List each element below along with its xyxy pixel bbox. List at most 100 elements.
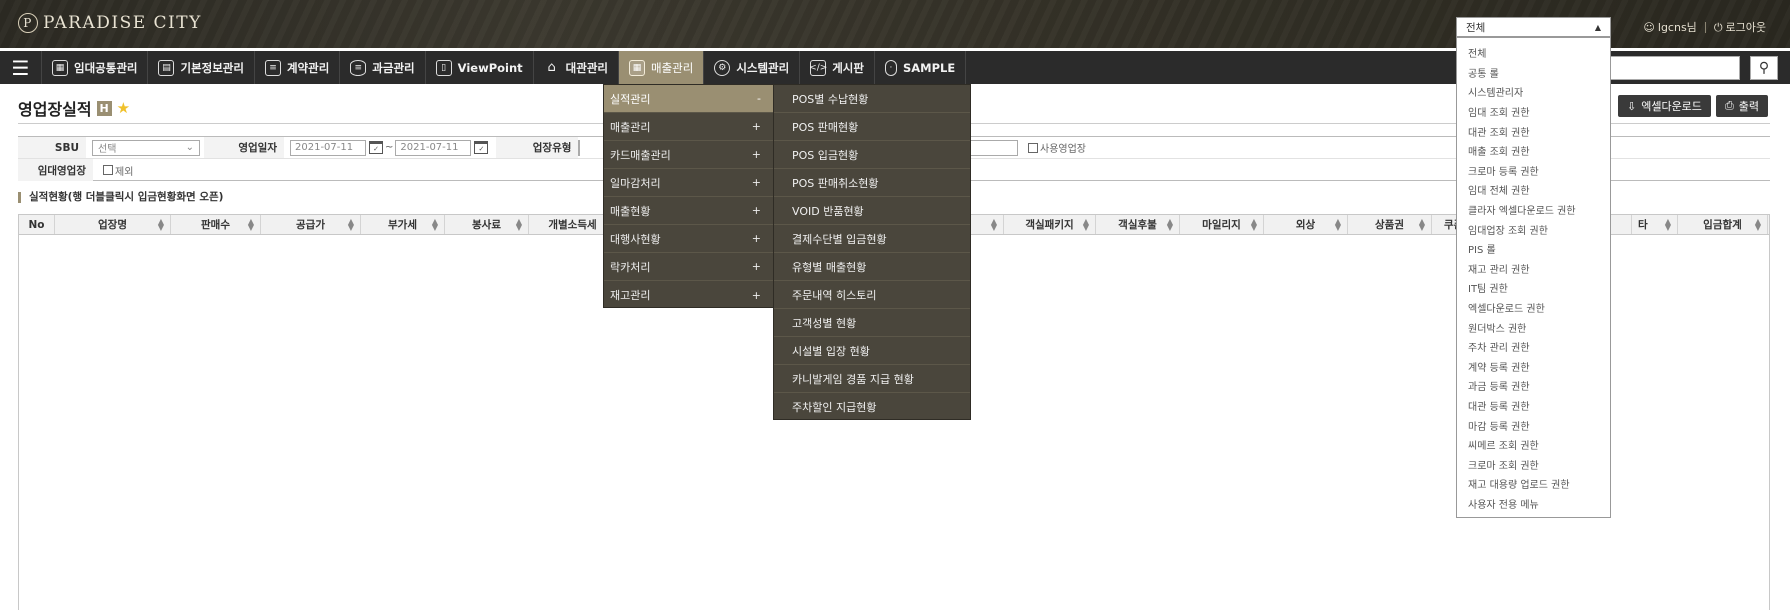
- nav-item-system[interactable]: ⚙ 시스템관리: [704, 51, 801, 84]
- user-info[interactable]: ☺ lgcns님: [1643, 19, 1696, 35]
- menu-item-sales-mgmt[interactable]: 매출관리 +: [604, 113, 773, 141]
- column-header[interactable]: 입금합계 ▲ ▼: [1678, 215, 1768, 234]
- role-option[interactable]: 엑셀다운로드 권한: [1457, 298, 1610, 318]
- column-header[interactable]: 판매수 ▲ ▼: [171, 215, 261, 234]
- menu-item-locker[interactable]: 락카처리 +: [604, 253, 773, 281]
- role-option[interactable]: 크로마 등록 권한: [1457, 161, 1610, 181]
- submenu-item[interactable]: 시설별 입장 현황: [774, 337, 970, 365]
- date-from-input[interactable]: 2021-07-11: [290, 139, 366, 156]
- submenu-item[interactable]: 카니발게임 경품 지급 현황: [774, 365, 970, 393]
- search-button[interactable]: ⚲: [1750, 56, 1778, 80]
- role-option[interactable]: PIS 롤: [1457, 239, 1610, 259]
- column-header[interactable]: 타 ▲ ▼: [1632, 215, 1678, 234]
- exclude-checkbox[interactable]: 제외: [103, 163, 133, 178]
- role-option[interactable]: 대관 조회 권한: [1457, 121, 1610, 141]
- nav-item-billing[interactable]: ≡ 과금관리: [340, 51, 426, 84]
- sort-icon[interactable]: ▲ ▼: [158, 217, 164, 231]
- column-header[interactable]: 상품권 ▲ ▼: [1348, 215, 1432, 234]
- sort-icon[interactable]: ▲ ▼: [1665, 217, 1671, 231]
- role-option[interactable]: 대관 등록 권한: [1457, 396, 1610, 416]
- menu-item-agency[interactable]: 대행사현황 +: [604, 225, 773, 253]
- hamburger-menu-icon[interactable]: ☰: [0, 51, 42, 84]
- help-badge[interactable]: H: [96, 100, 112, 116]
- role-option[interactable]: 임대업장 조회 권한: [1457, 219, 1610, 239]
- column-header[interactable]: 객실후불 ▲ ▼: [1096, 215, 1180, 234]
- sort-icon[interactable]: ▲ ▼: [991, 217, 997, 231]
- role-option[interactable]: 마감 등록 권한: [1457, 415, 1610, 435]
- submenu-item[interactable]: 유형별 매출현황: [774, 253, 970, 281]
- checkbox[interactable]: [1028, 142, 1038, 153]
- role-option[interactable]: 과금 등록 권한: [1457, 376, 1610, 396]
- print-button[interactable]: ⎙ 출력: [1715, 95, 1768, 117]
- column-header[interactable]: 봉사료 ▲ ▼: [445, 215, 529, 234]
- nav-item-rent-common[interactable]: ▦ 임대공통관리: [42, 51, 149, 84]
- role-option[interactable]: 임대 전체 권한: [1457, 180, 1610, 200]
- submenu-item[interactable]: POS 입금현황: [774, 141, 970, 169]
- role-option[interactable]: 원더박스 권한: [1457, 317, 1610, 337]
- sbu-select[interactable]: 선택 ⌄: [92, 139, 200, 156]
- calendar-icon[interactable]: ✓: [369, 141, 383, 154]
- sort-icon[interactable]: ▲ ▼: [1335, 217, 1341, 231]
- menu-item-card-sales[interactable]: 카드매출관리 +: [604, 141, 773, 169]
- submenu-item[interactable]: POS 판매취소현황: [774, 169, 970, 197]
- submenu-item[interactable]: VOID 반품현황: [774, 197, 970, 225]
- menu-item-sales-status[interactable]: 매출현황 +: [604, 197, 773, 225]
- role-option[interactable]: 임대 조회 권한: [1457, 102, 1610, 122]
- sort-icon[interactable]: ▲ ▼: [432, 217, 438, 231]
- logo[interactable]: P PARADISE CITY: [18, 13, 202, 33]
- role-option[interactable]: 공통 롤: [1457, 63, 1610, 83]
- column-header[interactable]: 공급가 ▲ ▼: [261, 215, 361, 234]
- biz-type-select[interactable]: [578, 139, 581, 156]
- nav-item-basic-info[interactable]: ▤ 기본정보관리: [148, 51, 255, 84]
- menu-item-inventory[interactable]: 재고관리 +: [604, 281, 773, 309]
- role-option[interactable]: 주차 관리 권한: [1457, 337, 1610, 357]
- nav-item-sales[interactable]: ▦ 매출관리: [618, 51, 705, 84]
- sort-icon[interactable]: ▲ ▼: [1251, 217, 1257, 231]
- role-option[interactable]: IT팀 권한: [1457, 278, 1610, 298]
- submenu-item[interactable]: POS별 수납현황: [774, 85, 970, 113]
- sort-icon[interactable]: ▲ ▼: [516, 217, 522, 231]
- submenu-item[interactable]: 주문내역 히스토리: [774, 281, 970, 309]
- use-store-checkbox[interactable]: 사용영업장: [1028, 140, 1086, 155]
- checkbox[interactable]: [103, 165, 113, 175]
- role-option[interactable]: 전체: [1457, 43, 1610, 63]
- sort-icon[interactable]: ▲ ▼: [1167, 217, 1173, 231]
- logout-button[interactable]: ⏻ 로그아웃: [1714, 19, 1766, 35]
- column-header[interactable]: 외상 ▲ ▼: [1264, 215, 1348, 234]
- search-input[interactable]: [1595, 56, 1740, 80]
- column-header[interactable]: 부가세 ▲ ▼: [361, 215, 445, 234]
- submenu-item[interactable]: 고객성별 현황: [774, 309, 970, 337]
- sort-icon[interactable]: ▲ ▼: [348, 217, 354, 231]
- column-header[interactable]: No: [19, 215, 55, 234]
- role-option[interactable]: 매출 조회 권한: [1457, 141, 1610, 161]
- role-option[interactable]: 사용자 전용 메뉴: [1457, 494, 1610, 514]
- role-option[interactable]: 계약 등록 권한: [1457, 357, 1610, 377]
- submenu-item[interactable]: POS 판매현황: [774, 113, 970, 141]
- role-option[interactable]: 클라자 엑셀다운로드 권한: [1457, 200, 1610, 220]
- role-option[interactable]: 재고 관리 권한: [1457, 259, 1610, 279]
- sort-icon[interactable]: ▲ ▼: [1083, 217, 1089, 231]
- column-header[interactable]: 객실패키지 ▲ ▼: [1004, 215, 1096, 234]
- nav-item-sample[interactable]: · SAMPLE: [875, 51, 967, 84]
- submenu-item[interactable]: 결제수단별 입금현황: [774, 225, 970, 253]
- role-option[interactable]: 크로마 조회 권한: [1457, 454, 1610, 474]
- sort-icon[interactable]: ▲ ▼: [1419, 217, 1425, 231]
- role-option[interactable]: 재고 대용량 업로드 권한: [1457, 474, 1610, 494]
- date-to-input[interactable]: 2021-07-11: [395, 139, 472, 156]
- nav-item-board[interactable]: </> 게시판: [800, 51, 875, 84]
- column-header[interactable]: 마일리지 ▲ ▼: [1180, 215, 1264, 234]
- column-header[interactable]: 업장명 ▲ ▼: [55, 215, 171, 234]
- nav-item-hall-rental[interactable]: ⌂ 대관관리: [534, 51, 619, 84]
- favorite-star-icon[interactable]: ★: [117, 99, 130, 117]
- submenu-item[interactable]: 주차할인 지급현황: [774, 393, 970, 421]
- role-option[interactable]: 씨메르 조회 권한: [1457, 435, 1610, 455]
- calendar-icon[interactable]: ✓: [474, 141, 489, 154]
- nav-item-contract[interactable]: ≡ 계약관리: [255, 51, 341, 84]
- menu-item-daily-close[interactable]: 일마감처리 +: [604, 169, 773, 197]
- excel-download-button[interactable]: ⇩ 엑셀다운로드: [1617, 95, 1711, 117]
- role-select[interactable]: 전체 ▲: [1456, 17, 1611, 37]
- menu-item-performance[interactable]: 실적관리 -: [604, 85, 773, 113]
- sort-icon[interactable]: ▲ ▼: [248, 217, 254, 231]
- sort-icon[interactable]: ▲ ▼: [1755, 217, 1761, 231]
- nav-item-viewpoint[interactable]: ▯ ViewPoint: [426, 51, 534, 84]
